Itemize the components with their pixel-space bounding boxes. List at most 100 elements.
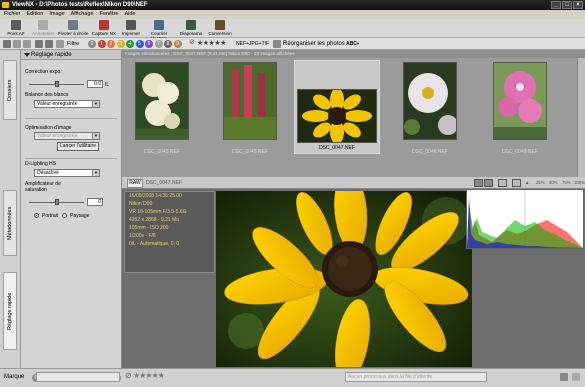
- filter-icon[interactable]: [56, 40, 64, 48]
- viewer-mode-icon[interactable]: [45, 40, 53, 48]
- tab-metadata[interactable]: Métadonnées: [3, 190, 17, 256]
- thumbnail-image: [135, 62, 189, 140]
- info-lens: VR 18-105mm F/3.5-5.6G: [129, 209, 187, 215]
- info-exposure-wb: 0IL - Automatique, 0, 0: [129, 241, 180, 247]
- launch-utility-button[interactable]: Lancer l'utilitaire: [57, 142, 99, 151]
- white-balance-select[interactable]: Valeur enregistrée ▼: [34, 100, 100, 108]
- no-rating-icon[interactable]: ⊘: [125, 371, 132, 380]
- main-photo[interactable]: [216, 171, 472, 383]
- maximize-button[interactable]: □: [562, 1, 572, 9]
- convert-button[interactable]: Conversion: [206, 20, 234, 36]
- grid-view-icon[interactable]: [3, 40, 11, 48]
- menu-fichier[interactable]: Fichier: [4, 10, 21, 19]
- thumbnail-strip: Images sélectionnées : DSC_0047.NEF (9,2…: [122, 50, 585, 177]
- mail-icon: [154, 20, 164, 30]
- menu-fenetre[interactable]: Fenêtre: [99, 10, 118, 19]
- back-icon[interactable]: [13, 40, 21, 48]
- browser-mode-icon[interactable]: [35, 40, 43, 48]
- single-view-icon[interactable]: [474, 179, 483, 187]
- menu-edition[interactable]: Edition: [27, 10, 44, 19]
- label-filter-5[interactable]: 5: [135, 40, 144, 48]
- tab-folders[interactable]: Dossiers: [3, 60, 17, 120]
- optimization-label: Optimisation d'image: [25, 125, 72, 131]
- rotate-right-button[interactable]: Pivoter à droite: [57, 20, 89, 36]
- label-filter-2[interactable]: 2: [107, 40, 115, 48]
- chevron-down-icon: ▼: [92, 170, 99, 176]
- saturation-slider-knob[interactable]: [55, 199, 59, 205]
- forward-icon[interactable]: [23, 40, 31, 48]
- portrait-radio[interactable]: [34, 213, 39, 218]
- menu-aide[interactable]: Aide: [124, 10, 135, 19]
- trash-icon[interactable]: [560, 373, 568, 381]
- compare-view-icon[interactable]: [484, 179, 493, 187]
- dlighting-select[interactable]: Désactivé ▼: [34, 169, 100, 177]
- label-filter-0[interactable]: 0: [88, 40, 96, 48]
- dlighting-label: D-Lighting HS: [25, 161, 57, 167]
- thumbnail-item[interactable]: DSC_0045.NEF: [214, 62, 286, 157]
- histogram: [466, 189, 584, 249]
- thumbnail-item[interactable]: DSC_0048.NEF: [394, 62, 466, 157]
- thumbnail-item[interactable]: DSC_0049.NEF: [484, 62, 556, 157]
- zoom-icon[interactable]: [512, 179, 521, 187]
- minimize-button[interactable]: _: [551, 1, 561, 9]
- file-type-filter[interactable]: NEF+JPG+TIF: [236, 40, 269, 48]
- annotation-button[interactable]: Annotation: [30, 20, 56, 36]
- landscape-radio[interactable]: [62, 213, 67, 218]
- resize-grip-icon[interactable]: [572, 373, 580, 381]
- label-filter-7[interactable]: 7: [154, 40, 163, 48]
- raw-tab[interactable]: RAW: [127, 179, 143, 188]
- photo-info-overlay: 16/09/2008 14:36:25.00 Nikon D90 VR 18-1…: [124, 191, 215, 273]
- slideshow-button[interactable]: Diaporama: [178, 20, 204, 36]
- panel-title-bar[interactable]: Réglage rapide: [21, 50, 121, 60]
- zoom-25[interactable]: 25%: [536, 180, 545, 185]
- zoom-50[interactable]: 50%: [549, 180, 558, 185]
- rating-stars[interactable]: ★★★★★: [133, 371, 165, 380]
- slideshow-icon: [186, 20, 196, 30]
- thumbnail-caption: DSC_0043.NEF: [144, 149, 180, 155]
- rating-filter[interactable]: ★★★★★: [197, 39, 226, 47]
- viewer-filename: DSC_0047.NEF: [146, 180, 182, 186]
- tab-quick-adjust[interactable]: Réglage rapide: [3, 272, 17, 350]
- zoom-75[interactable]: 75%: [562, 180, 571, 185]
- capture-nx-icon: [99, 20, 109, 30]
- saturation-value-field[interactable]: 0: [87, 198, 103, 206]
- optimization-select[interactable]: Valeur enregistrée ▼: [34, 132, 100, 140]
- label-filter-9[interactable]: 9: [173, 40, 182, 48]
- label-action-button[interactable]: [36, 372, 120, 382]
- portrait-label: Portrait: [42, 213, 59, 219]
- main-toolbar: Point AF Annotation Pivoter à droite Cap…: [0, 19, 585, 41]
- menu-affichage[interactable]: Affichage: [71, 10, 94, 19]
- convert-icon: [215, 20, 225, 30]
- side-tab-bar: Dossiers Métadonnées Réglage rapide: [0, 50, 21, 368]
- thumbnail-item[interactable]: DSC_0043.NEF: [126, 62, 198, 157]
- fit-screen-icon[interactable]: [498, 179, 507, 187]
- thumbnail-caption: DSC_0045.NEF: [232, 149, 268, 155]
- label-filter-4[interactable]: 4: [126, 40, 134, 48]
- sort-icon[interactable]: [273, 40, 281, 48]
- saturation-slider[interactable]: [29, 199, 84, 205]
- thumbnail-scrollbar[interactable]: [577, 58, 585, 177]
- collapse-triangle-icon[interactable]: [24, 53, 30, 57]
- af-point-icon: [11, 20, 21, 30]
- exposure-value-field[interactable]: 0.0: [87, 80, 103, 88]
- thumbnail-item-selected[interactable]: DSC_0047.NEF: [294, 60, 380, 154]
- thumbnail-header: Images sélectionnées : DSC_0047.NEF (9,2…: [122, 50, 585, 58]
- label-filter-3[interactable]: 3: [116, 40, 125, 48]
- divider: [25, 158, 117, 159]
- label-filter-8[interactable]: 8: [164, 40, 172, 48]
- sort-dropdown-icon[interactable]: ▼: [356, 40, 360, 48]
- print-button[interactable]: Imprimer: [120, 20, 142, 36]
- white-balance-label: Balance des blancs: [25, 92, 69, 98]
- label-filter-1[interactable]: 1: [97, 40, 106, 48]
- capture-nx-button[interactable]: Capture NX: [90, 20, 118, 36]
- no-rating-icon[interactable]: ⊘: [189, 39, 195, 47]
- exposure-slider-knob[interactable]: [55, 81, 59, 87]
- label-filter-6[interactable]: 6: [145, 40, 153, 48]
- menu-image[interactable]: Image: [49, 10, 64, 19]
- close-button[interactable]: ×: [573, 1, 583, 9]
- af-point-button[interactable]: Point AF: [3, 20, 29, 36]
- exposure-slider[interactable]: [29, 81, 84, 87]
- sort-label: Réorganiser les photos: [283, 41, 345, 47]
- zoom-100[interactable]: 100%: [574, 180, 585, 185]
- divider: [25, 118, 117, 119]
